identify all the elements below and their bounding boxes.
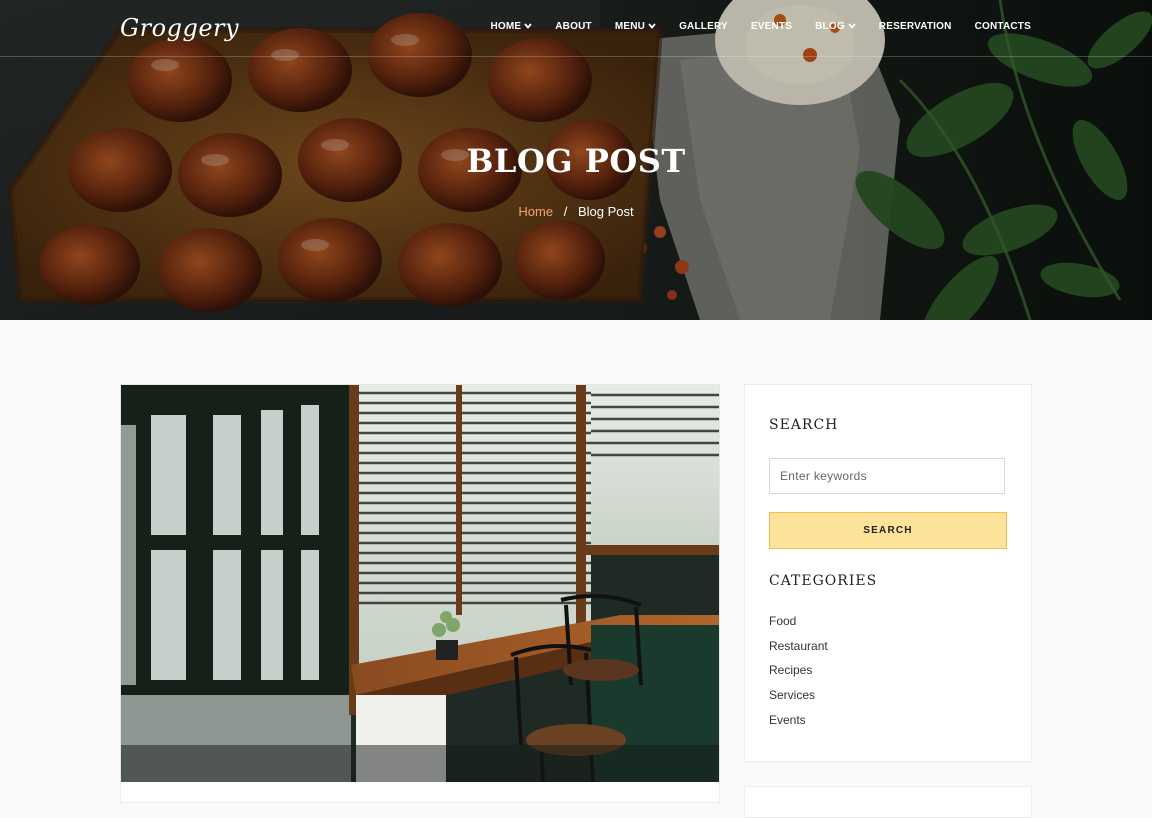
nav-item-reservation[interactable]: RESERVATION <box>879 21 952 32</box>
search-widget-title: SEARCH <box>769 417 839 433</box>
site-header: Groggery HOME ABOUT MENU GALLERY EVENTS … <box>0 0 1152 57</box>
nav-item-blog[interactable]: BLOG <box>815 21 856 32</box>
nav-item-label: RESERVATION <box>878 21 952 32</box>
site-logo[interactable]: Groggery <box>120 14 239 42</box>
main-navigation: HOME ABOUT MENU GALLERY EVENTS BLOG RESE… <box>490 21 1031 32</box>
nav-item-home[interactable]: HOME <box>490 21 532 32</box>
nav-item-label: BLOG <box>815 21 845 32</box>
breadcrumb-current: Blog Post <box>577 204 634 219</box>
page-title: BLOG POST <box>466 142 686 180</box>
nav-item-contacts[interactable]: CONTACTS <box>975 21 1031 32</box>
nav-item-label: MENU <box>614 21 646 32</box>
sidebar-widget <box>744 786 1032 818</box>
cafe-window-image <box>121 385 719 783</box>
category-link-recipes[interactable]: Recipes <box>769 662 828 687</box>
nav-item-label: GALLERY <box>679 21 728 32</box>
post-featured-image[interactable] <box>120 384 720 784</box>
nav-item-label: EVENTS <box>750 21 793 32</box>
search-input[interactable] <box>769 458 1005 494</box>
category-link-restaurant[interactable]: Restaurant <box>769 638 828 663</box>
nav-item-label: ABOUT <box>555 21 592 32</box>
categories-list: Food Restaurant Recipes Services Events <box>769 613 828 736</box>
breadcrumb-separator: / <box>563 204 568 219</box>
nav-item-label: HOME <box>490 21 522 32</box>
nav-item-gallery[interactable]: GALLERY <box>679 21 728 32</box>
nav-item-menu[interactable]: MENU <box>615 21 656 32</box>
hero-banner: Groggery HOME ABOUT MENU GALLERY EVENTS … <box>0 0 1152 320</box>
chevron-down-icon <box>848 22 856 31</box>
categories-widget-title: CATEGORIES <box>769 573 878 589</box>
nav-item-events[interactable]: EVENTS <box>751 21 792 32</box>
category-link-services[interactable]: Services <box>769 687 828 712</box>
breadcrumb: Home / Blog Post <box>0 204 1152 219</box>
nav-item-label: CONTACTS <box>974 21 1031 32</box>
category-link-events[interactable]: Events <box>769 712 828 737</box>
breadcrumb-home-link[interactable]: Home <box>518 204 553 219</box>
nav-item-about[interactable]: ABOUT <box>555 21 592 32</box>
search-button[interactable]: SEARCH <box>769 512 1007 549</box>
chevron-down-icon <box>524 22 532 31</box>
chevron-down-icon <box>648 22 656 31</box>
category-link-food[interactable]: Food <box>769 613 828 638</box>
sidebar: SEARCH SEARCH CATEGORIES Food Restaurant… <box>744 384 1032 762</box>
